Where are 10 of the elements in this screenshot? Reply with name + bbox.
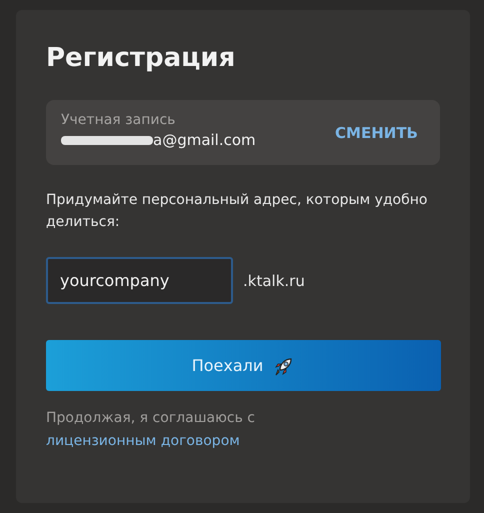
license-link[interactable]: лицензионным договором <box>46 433 240 449</box>
domain-suffix: .ktalk.ru <box>243 272 305 290</box>
account-email: a@gmail.com <box>153 130 256 150</box>
account-label: Учетная запись <box>61 111 176 130</box>
license-notice: Продолжая, я соглашаюсь с лицензионным договором <box>46 409 256 451</box>
change-button[interactable]: СМЕНИТЬ <box>335 124 418 142</box>
page-title: Регистрация <box>46 42 236 75</box>
address-prompt: Придумайте персональный адрес, которым удобно делиться: <box>46 191 428 232</box>
submit-button[interactable]: Поехали <box>46 340 441 391</box>
address-field[interactable]: yourcompany <box>46 257 233 304</box>
